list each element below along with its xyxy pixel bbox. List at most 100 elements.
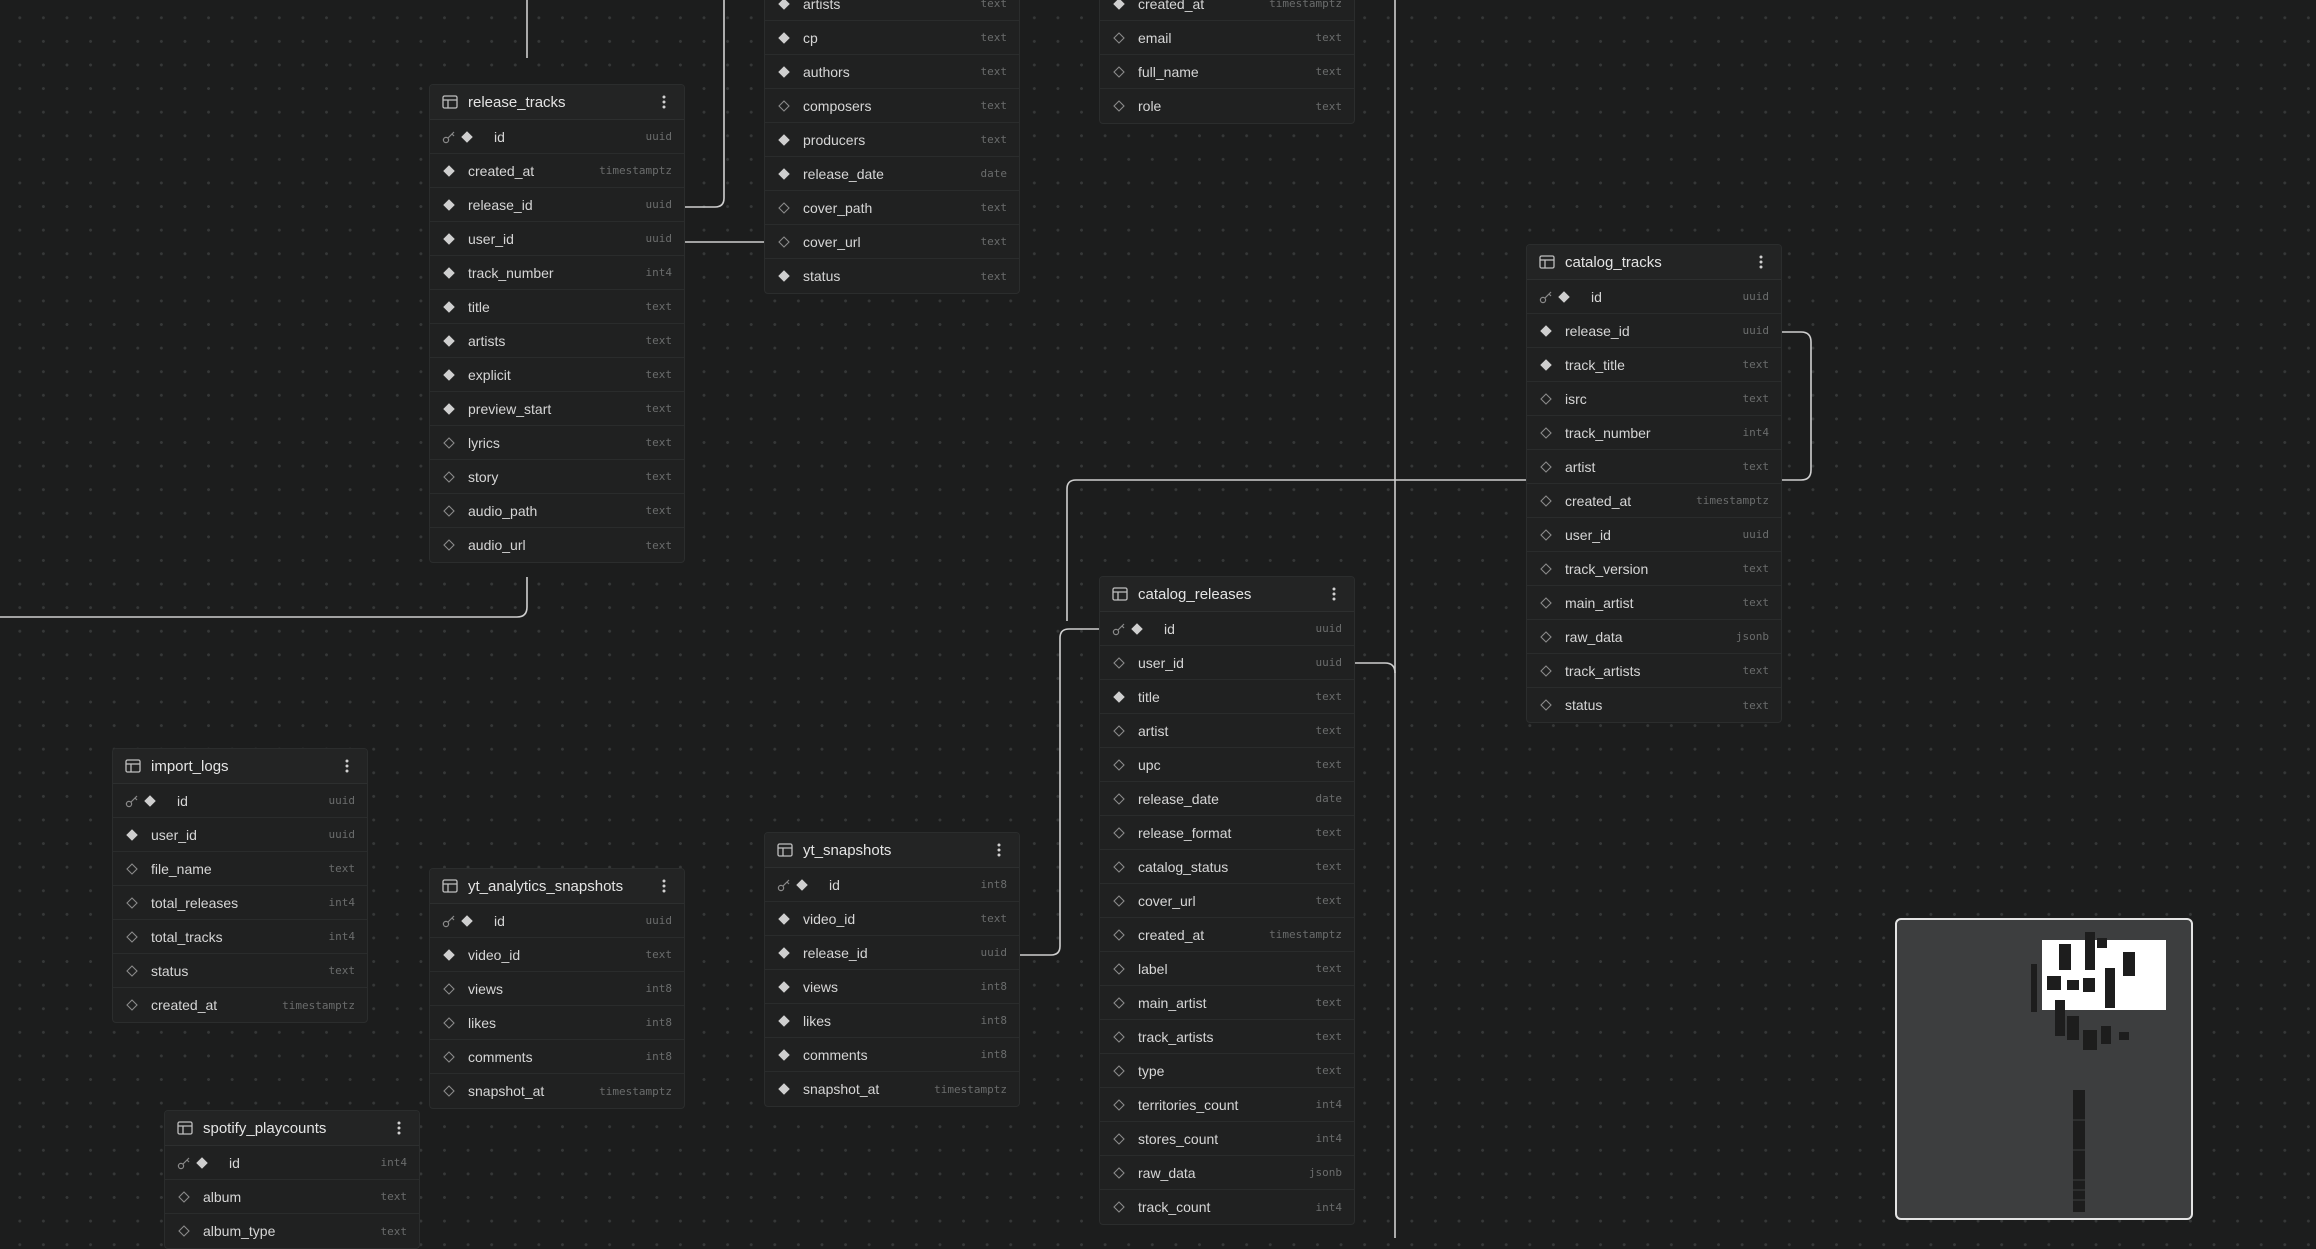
- table-header[interactable]: yt_snapshots: [765, 833, 1019, 868]
- table-header[interactable]: catalog_tracks: [1527, 245, 1781, 280]
- column-row[interactable]: cover_path text: [765, 191, 1019, 225]
- column-row[interactable]: created_at timestamptz: [1100, 918, 1354, 952]
- table-catalog_tracks[interactable]: catalog_tracks id uuid release_id uuid track_…: [1526, 244, 1782, 723]
- column-row[interactable]: views int8: [765, 970, 1019, 1004]
- table-header[interactable]: release_tracks: [430, 85, 684, 120]
- column-row[interactable]: file_name text: [113, 852, 367, 886]
- column-row[interactable]: full_name text: [1100, 55, 1354, 89]
- column-row[interactable]: isrc text: [1527, 382, 1781, 416]
- column-row[interactable]: release_id uuid: [430, 188, 684, 222]
- column-row[interactable]: likes int8: [430, 1006, 684, 1040]
- column-row[interactable]: id uuid: [430, 904, 684, 938]
- column-row[interactable]: track_version text: [1527, 552, 1781, 586]
- column-row[interactable]: track_title text: [1527, 348, 1781, 382]
- column-row[interactable]: created_at timestamptz: [113, 988, 367, 1022]
- column-row[interactable]: track_artists text: [1100, 1020, 1354, 1054]
- more-options-icon[interactable]: [991, 841, 1007, 859]
- table-spotify_playcounts[interactable]: spotify_playcounts id int4 album text album_t…: [164, 1110, 420, 1249]
- column-row[interactable]: created_at timestamptz: [430, 154, 684, 188]
- column-row[interactable]: user_id uuid: [113, 818, 367, 852]
- column-row[interactable]: views int8: [430, 972, 684, 1006]
- column-row[interactable]: artist text: [1527, 450, 1781, 484]
- column-row[interactable]: territories_count int4: [1100, 1088, 1354, 1122]
- column-row[interactable]: raw_data jsonb: [1100, 1156, 1354, 1190]
- column-row[interactable]: release_date date: [1100, 782, 1354, 816]
- column-row[interactable]: main_artist text: [1527, 586, 1781, 620]
- column-row[interactable]: snapshot_at timestamptz: [765, 1072, 1019, 1106]
- column-row[interactable]: track_artists text: [1527, 654, 1781, 688]
- column-row[interactable]: upc text: [1100, 748, 1354, 782]
- table-yt_analytics_snapshots[interactable]: yt_analytics_snapshots id uuid video_id text…: [429, 868, 685, 1109]
- column-row[interactable]: preview_start text: [430, 392, 684, 426]
- table-catalog_releases[interactable]: catalog_releases id uuid user_id uuid title te…: [1099, 576, 1355, 1225]
- column-row[interactable]: story text: [430, 460, 684, 494]
- table-import_logs[interactable]: import_logs id uuid user_id uuid file_name tex…: [112, 748, 368, 1023]
- table-releases-partial[interactable]: artists text cp text authors text composers tex…: [764, 0, 1020, 294]
- table-users-partial[interactable]: created_at timestamptz email text full_name t…: [1099, 0, 1355, 124]
- column-row[interactable]: title text: [430, 290, 684, 324]
- column-row[interactable]: release_date date: [765, 157, 1019, 191]
- column-row[interactable]: release_id uuid: [765, 936, 1019, 970]
- minimap[interactable]: [1895, 918, 2193, 1220]
- column-row[interactable]: audio_path text: [430, 494, 684, 528]
- column-row[interactable]: track_count int4: [1100, 1190, 1354, 1224]
- column-row[interactable]: comments int8: [430, 1040, 684, 1074]
- column-row[interactable]: id int4: [165, 1146, 419, 1180]
- more-options-icon[interactable]: [1753, 253, 1769, 271]
- table-release_tracks[interactable]: release_tracks id uuid created_at timestampt…: [429, 84, 685, 563]
- column-row[interactable]: artists text: [765, 0, 1019, 21]
- column-row[interactable]: video_id text: [430, 938, 684, 972]
- column-row[interactable]: type text: [1100, 1054, 1354, 1088]
- column-row[interactable]: cover_url text: [1100, 884, 1354, 918]
- column-row[interactable]: album text: [165, 1180, 419, 1214]
- more-options-icon[interactable]: [656, 877, 672, 895]
- table-header[interactable]: yt_analytics_snapshots: [430, 869, 684, 904]
- column-row[interactable]: email text: [1100, 21, 1354, 55]
- column-row[interactable]: main_artist text: [1100, 986, 1354, 1020]
- column-row[interactable]: explicit text: [430, 358, 684, 392]
- column-row[interactable]: id uuid: [1100, 612, 1354, 646]
- table-header[interactable]: spotify_playcounts: [165, 1111, 419, 1146]
- column-row[interactable]: stores_count int4: [1100, 1122, 1354, 1156]
- column-row[interactable]: audio_url text: [430, 528, 684, 562]
- column-row[interactable]: user_id uuid: [1527, 518, 1781, 552]
- column-row[interactable]: user_id uuid: [1100, 646, 1354, 680]
- column-row[interactable]: user_id uuid: [430, 222, 684, 256]
- column-row[interactable]: producers text: [765, 123, 1019, 157]
- table-yt_snapshots[interactable]: yt_snapshots id int8 video_id text release_id…: [764, 832, 1020, 1107]
- column-row[interactable]: total_releases int4: [113, 886, 367, 920]
- column-row[interactable]: lyrics text: [430, 426, 684, 460]
- column-row[interactable]: created_at timestamptz: [1100, 0, 1354, 21]
- column-row[interactable]: video_id text: [765, 902, 1019, 936]
- more-options-icon[interactable]: [391, 1119, 407, 1137]
- column-row[interactable]: artists text: [430, 324, 684, 358]
- column-row[interactable]: authors text: [765, 55, 1019, 89]
- column-row[interactable]: status text: [113, 954, 367, 988]
- column-row[interactable]: title text: [1100, 680, 1354, 714]
- column-row[interactable]: release_format text: [1100, 816, 1354, 850]
- column-row[interactable]: track_number int4: [430, 256, 684, 290]
- column-row[interactable]: composers text: [765, 89, 1019, 123]
- more-options-icon[interactable]: [339, 757, 355, 775]
- column-row[interactable]: likes int8: [765, 1004, 1019, 1038]
- column-row[interactable]: track_number int4: [1527, 416, 1781, 450]
- column-row[interactable]: total_tracks int4: [113, 920, 367, 954]
- column-row[interactable]: status text: [765, 259, 1019, 293]
- column-row[interactable]: snapshot_at timestamptz: [430, 1074, 684, 1108]
- column-row[interactable]: artist text: [1100, 714, 1354, 748]
- table-header[interactable]: import_logs: [113, 749, 367, 784]
- column-row[interactable]: catalog_status text: [1100, 850, 1354, 884]
- column-row[interactable]: id uuid: [113, 784, 367, 818]
- column-row[interactable]: cover_url text: [765, 225, 1019, 259]
- more-options-icon[interactable]: [1326, 585, 1342, 603]
- column-row[interactable]: id uuid: [430, 120, 684, 154]
- column-row[interactable]: raw_data jsonb: [1527, 620, 1781, 654]
- column-row[interactable]: release_id uuid: [1527, 314, 1781, 348]
- column-row[interactable]: album_type text: [165, 1214, 419, 1248]
- table-header[interactable]: catalog_releases: [1100, 577, 1354, 612]
- column-row[interactable]: status text: [1527, 688, 1781, 722]
- column-row[interactable]: comments int8: [765, 1038, 1019, 1072]
- column-row[interactable]: label text: [1100, 952, 1354, 986]
- column-row[interactable]: id uuid: [1527, 280, 1781, 314]
- column-row[interactable]: cp text: [765, 21, 1019, 55]
